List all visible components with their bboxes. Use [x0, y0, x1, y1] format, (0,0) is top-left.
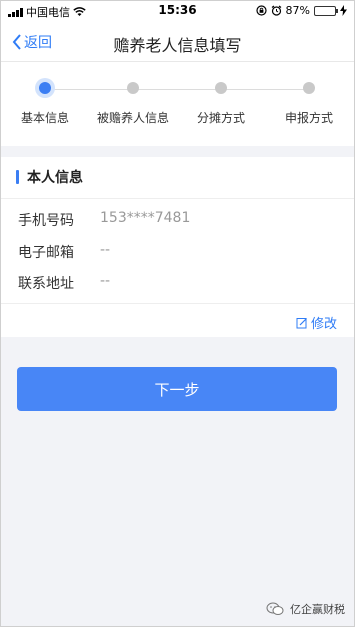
section-accent-bar — [16, 170, 19, 184]
step-label: 申报方式 — [284, 111, 333, 125]
step-dependent-info: 被赡养人信息 — [88, 82, 178, 126]
edit-button[interactable]: 修改 — [296, 313, 337, 332]
watermark: 亿企赢财税 — [266, 601, 345, 617]
status-right: 87% — [255, 4, 347, 17]
step-dot-active — [39, 82, 51, 94]
step-dot — [303, 82, 315, 94]
step-label: 分摊方式 — [196, 111, 245, 125]
personal-info-card: 本人信息 手机号码 153****7481 电子邮箱 -- 联系地址 -- 修改 — [0, 157, 355, 337]
field-value: -- — [100, 242, 111, 258]
step-dot — [215, 82, 227, 94]
next-step-button[interactable]: 下一步 — [17, 367, 337, 411]
step-indicator: 基本信息 被赡养人信息 分摊方式 申报方式 — [0, 62, 355, 146]
step-declaration-method: 申报方式 — [264, 82, 354, 126]
step-allocation-method: 分摊方式 — [176, 82, 266, 126]
watermark-text: 亿企赢财税 — [290, 603, 345, 616]
battery-percent: 87% — [285, 4, 310, 17]
orientation-lock-icon — [255, 5, 267, 16]
step-label: 基本信息 — [20, 111, 69, 125]
step-dot — [127, 82, 139, 94]
field-label: 手机号码 — [18, 213, 74, 229]
alarm-icon — [271, 5, 281, 16]
edit-label: 修改 — [310, 317, 337, 332]
status-bar: 中国电信 15:36 87% — [0, 0, 355, 22]
divider — [0, 303, 355, 304]
wechat-icon — [266, 602, 284, 615]
edit-icon — [296, 317, 307, 328]
field-email: 电子邮箱 -- — [18, 242, 110, 262]
field-value: 153****7481 — [100, 210, 191, 226]
field-phone: 手机号码 153****7481 — [18, 210, 190, 230]
divider — [0, 198, 355, 199]
section-title: 本人信息 — [16, 167, 83, 187]
field-value: -- — [100, 273, 111, 289]
field-label: 联系地址 — [18, 276, 74, 292]
nav-bar: 返回 赡养老人信息填写 — [0, 22, 355, 62]
field-address: 联系地址 -- — [18, 273, 110, 293]
section-title-text: 本人信息 — [27, 170, 83, 186]
field-label: 电子邮箱 — [18, 245, 74, 261]
step-label: 被赡养人信息 — [96, 111, 169, 125]
page-title: 赡养老人信息填写 — [113, 36, 242, 55]
step-basic-info: 基本信息 — [0, 82, 90, 126]
charging-icon — [340, 5, 347, 16]
battery-icon — [314, 5, 338, 16]
